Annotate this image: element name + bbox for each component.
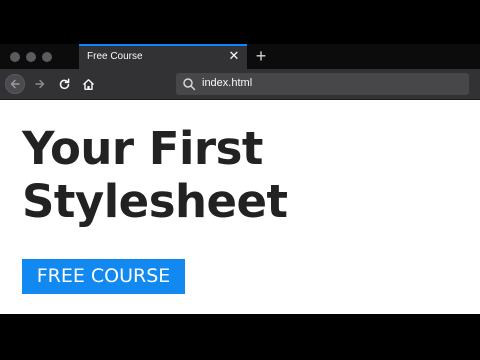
free-course-button[interactable]: FREE COURSE	[22, 259, 185, 294]
navigation-bar: index.html	[0, 69, 480, 100]
forward-button[interactable]	[30, 74, 50, 94]
search-icon	[183, 78, 196, 91]
window-close-dot[interactable]	[10, 52, 20, 62]
page-title-line-2: Stylesheet	[22, 175, 288, 228]
tab-strip: Free Course ✕	[0, 44, 480, 69]
home-button[interactable]	[78, 74, 98, 94]
tab-free-course[interactable]: Free Course ✕	[79, 44, 247, 69]
close-icon[interactable]: ✕	[227, 48, 241, 64]
video-frame: Free Course ✕ + index.html Your First St…	[0, 0, 480, 360]
plus-icon[interactable]: +	[252, 45, 270, 67]
url-text[interactable]: index.html	[202, 77, 252, 89]
window-minimize-dot[interactable]	[26, 52, 36, 62]
url-bar[interactable]: index.html	[176, 73, 469, 95]
back-arrow-icon	[10, 79, 20, 89]
window-zoom-dot[interactable]	[42, 52, 52, 62]
page-title: Your First Stylesheet	[22, 122, 288, 228]
home-icon	[82, 78, 94, 90]
page-viewport: Your First Stylesheet FREE COURSE	[0, 100, 480, 314]
tab-title: Free Course	[87, 51, 143, 62]
back-button[interactable]	[5, 74, 25, 94]
page-title-line-1: Your First	[22, 122, 263, 175]
forward-arrow-icon	[35, 79, 45, 89]
reload-icon	[59, 77, 69, 89]
reload-button[interactable]	[54, 74, 74, 94]
